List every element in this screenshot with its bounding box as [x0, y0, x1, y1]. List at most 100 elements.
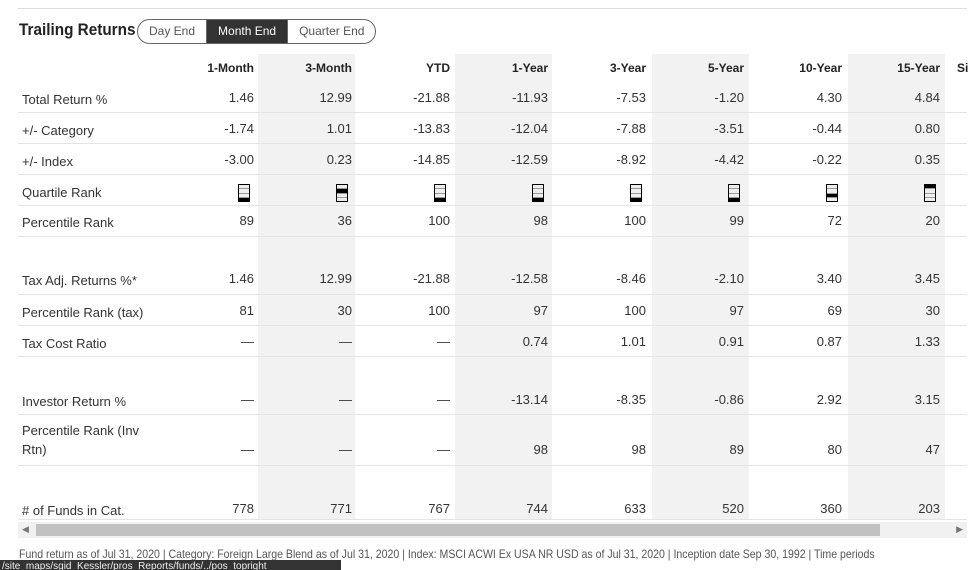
table-cell: -4.42 — [714, 152, 744, 167]
row-divider — [18, 356, 967, 357]
table-cell: -11.93 — [512, 90, 548, 105]
period-toggle: Day End Month End Quarter End — [137, 19, 377, 44]
quartile-rank-icon — [826, 184, 838, 202]
scroll-left-icon[interactable]: ◀ — [22, 524, 29, 535]
table-cell: 72 — [827, 213, 842, 228]
table-cell: 89 — [729, 442, 744, 457]
table-cell: -21.88 — [413, 90, 450, 105]
table-cell: 100 — [428, 213, 450, 228]
table-cell: 0.87 — [816, 334, 842, 349]
table-cell: -12.04 — [511, 121, 548, 136]
column-header: 10-Year — [799, 61, 842, 75]
column-header: Si — [957, 61, 969, 75]
table-cell: 0.91 — [718, 334, 744, 349]
table-cell: 100 — [624, 303, 646, 318]
row-label: Percentile Rank (Inv Rtn) — [22, 423, 140, 457]
table-cell: 30 — [925, 303, 940, 318]
column-header: 3-Month — [305, 61, 352, 75]
table-cell: 4.30 — [816, 90, 842, 105]
row-label: Tax Cost Ratio — [22, 336, 107, 351]
table-cell: -3.00 — [224, 152, 254, 167]
table-cell: 1.01 — [620, 334, 646, 349]
quartile-rank-icon — [336, 184, 348, 202]
row-divider — [18, 325, 967, 326]
table-cell: 81 — [239, 303, 254, 318]
table-cell: -1.20 — [714, 90, 744, 105]
table-cell: 69 — [827, 303, 842, 318]
table-cell: 0.74 — [522, 334, 548, 349]
column-header: YTD — [426, 61, 450, 75]
table-cell: -14.85 — [413, 152, 450, 167]
table-cell: 97 — [533, 303, 548, 318]
table-cell: 98 — [533, 213, 548, 228]
row-label: Percentile Rank — [22, 215, 114, 230]
table-cell: — — [241, 392, 254, 407]
table-cell: -8.35 — [616, 392, 646, 407]
row-label: Quartile Rank — [22, 185, 102, 200]
row-divider — [18, 112, 967, 113]
horizontal-scrollbar[interactable]: ◀ ▶ — [18, 522, 967, 538]
table-cell: 98 — [533, 442, 548, 457]
table-cell: 89 — [239, 213, 254, 228]
table-cell: 203 — [918, 501, 940, 516]
column-header: 1-Month — [207, 61, 254, 75]
table-cell: 1.33 — [914, 334, 940, 349]
quartile-rank-icon — [532, 184, 544, 202]
row-label: Investor Return % — [22, 394, 127, 409]
table-cell: 12.99 — [319, 271, 352, 286]
table-cell: -2.10 — [714, 271, 744, 286]
scrollbar-thumb[interactable] — [36, 524, 880, 536]
table-cell: 100 — [624, 213, 646, 228]
table-cell: 47 — [925, 442, 940, 457]
table-cell: 1.46 — [228, 271, 254, 286]
row-divider — [18, 519, 967, 520]
table-cell: — — [437, 392, 450, 407]
table-cell: -21.88 — [413, 271, 450, 286]
table-cell: -0.22 — [812, 152, 842, 167]
table-cell: 360 — [820, 501, 842, 516]
table-cell: 2.92 — [816, 392, 842, 407]
table-cell: -13.83 — [413, 121, 450, 136]
column-header: 3-Year — [609, 61, 646, 75]
table-cell: 3.45 — [914, 271, 940, 286]
row-label: Percentile Rank (tax) — [22, 305, 144, 320]
table-cell: 1.46 — [228, 90, 254, 105]
table-cell: -0.86 — [714, 392, 744, 407]
scroll-right-icon[interactable]: ▶ — [956, 524, 963, 535]
row-divider — [18, 465, 967, 466]
table-cell: — — [241, 442, 254, 457]
row-label: # of Funds in Cat. — [22, 503, 125, 518]
toggle-day-end[interactable]: Day End — [138, 20, 206, 43]
table-cell: 1.01 — [326, 121, 352, 136]
quartile-rank-icon — [924, 184, 936, 202]
table-cell: -0.44 — [812, 121, 842, 136]
toggle-quarter-end[interactable]: Quarter End — [287, 20, 375, 43]
table-cell: 3.15 — [914, 392, 940, 407]
table-cell: 100 — [428, 303, 450, 318]
table-cell: -7.88 — [616, 121, 646, 136]
table-cell: 0.35 — [914, 152, 940, 167]
toggle-month-end[interactable]: Month End — [206, 20, 288, 43]
row-divider — [18, 174, 967, 175]
row-divider — [18, 236, 967, 237]
table-cell: -3.51 — [714, 121, 744, 136]
quartile-rank-icon — [238, 184, 250, 202]
table-cell: -8.92 — [616, 152, 646, 167]
row-divider — [18, 294, 967, 295]
row-divider — [18, 414, 967, 415]
table-cell: — — [339, 392, 352, 407]
table-cell: — — [437, 442, 450, 457]
table-cell: 767 — [428, 501, 450, 516]
table-cell: 744 — [526, 501, 548, 516]
row-label: Total Return % — [22, 92, 108, 107]
table-cell: 771 — [330, 501, 352, 516]
table-cell: 633 — [624, 501, 646, 516]
table-cell: — — [241, 334, 254, 349]
status-url-tooltip: /site_maps/sgid_Kessler/pros_Reports/fun… — [0, 560, 341, 570]
table-cell: — — [339, 334, 352, 349]
table-cell: 80 — [827, 442, 842, 457]
table-cell: 98 — [631, 442, 646, 457]
table-cell: 97 — [729, 303, 744, 318]
table-cell: 0.80 — [914, 121, 940, 136]
row-divider — [18, 205, 967, 206]
